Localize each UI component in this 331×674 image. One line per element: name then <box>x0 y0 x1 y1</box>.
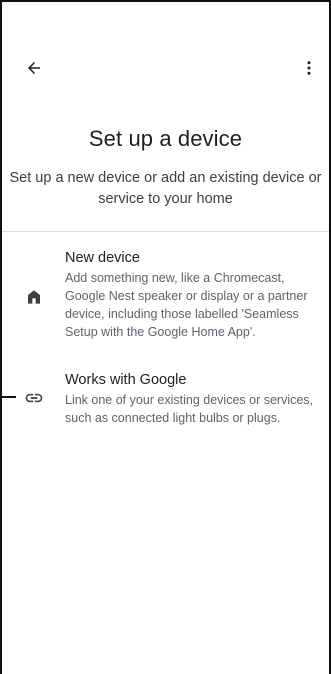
divider <box>2 231 329 232</box>
option-title: New device <box>65 250 140 266</box>
page-subtitle: Set up a new device or add an existing d… <box>9 170 322 207</box>
option-title: Works with Google <box>65 372 187 388</box>
top-app-bar <box>0 52 331 84</box>
option-works-with-google[interactable]: Works with Google Link one of your exist… <box>2 370 329 430</box>
device-frame-top <box>0 0 331 2</box>
option-new-device[interactable]: New device Add something new, like a Chr… <box>2 248 329 348</box>
link-icon <box>22 386 46 410</box>
option-description: Add something new, like a Chromecast, Go… <box>65 271 308 339</box>
option-description: Link one of your existing devices or ser… <box>65 393 314 425</box>
page-title: Set up a device <box>88 126 243 151</box>
more-vert-icon <box>307 61 311 75</box>
arrow-back-icon <box>28 62 40 74</box>
back-button[interactable] <box>20 54 48 82</box>
home-icon <box>22 285 46 309</box>
more-options-button[interactable] <box>295 54 323 82</box>
